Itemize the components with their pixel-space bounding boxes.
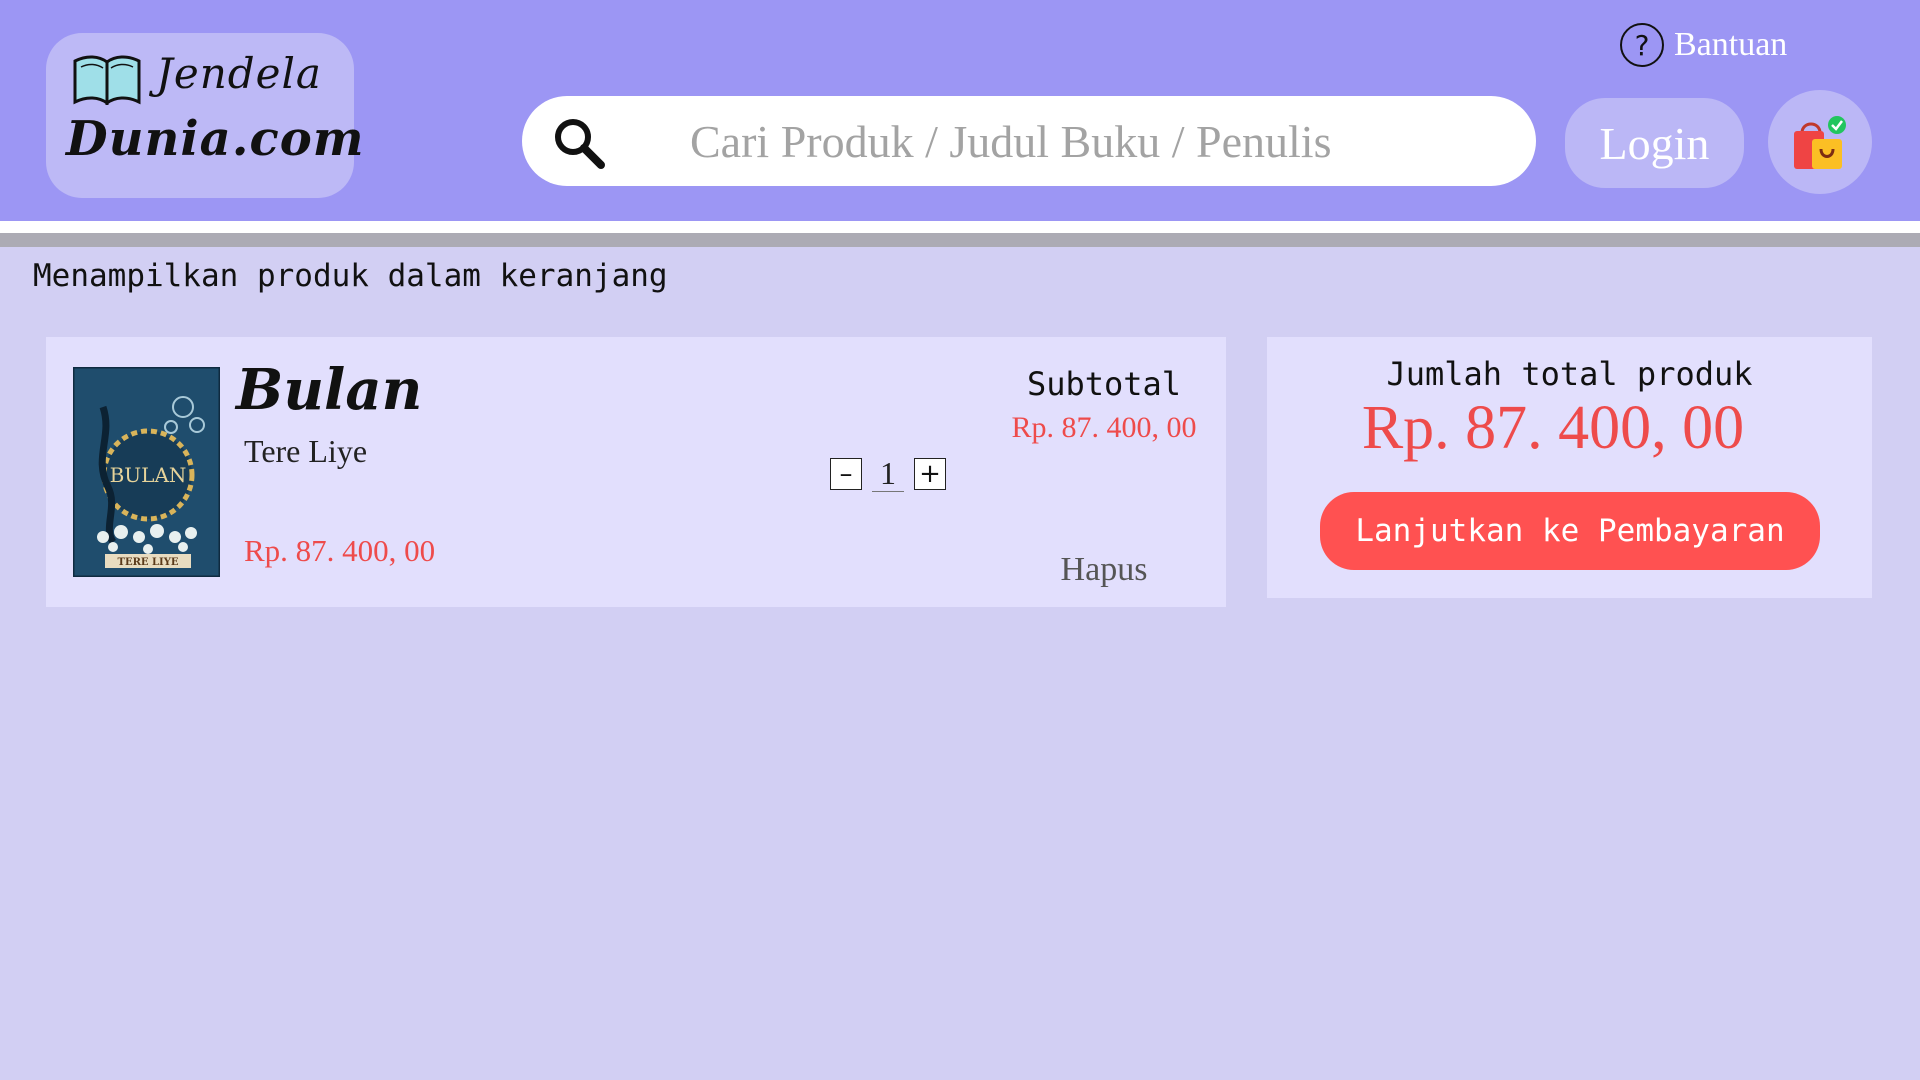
subtotal-label: Subtotal (1026, 365, 1182, 403)
quantity-increase-button[interactable]: + (914, 457, 946, 490)
search-input[interactable] (690, 96, 1510, 186)
checkout-button[interactable]: Lanjutkan ke Pembayaran (1320, 492, 1820, 570)
product-title[interactable]: Bulan (236, 357, 422, 423)
logo-text-jendela: Jendela (156, 49, 322, 98)
remove-item-button[interactable]: Hapus (1004, 551, 1204, 589)
search-bar[interactable] (522, 96, 1536, 186)
subtotal-value: Rp. 87. 400, 00 (1011, 411, 1197, 444)
quantity-stepper: – 1 + (830, 455, 946, 492)
summary-label: Jumlah total produk (1386, 355, 1753, 393)
header: Jendela Dunia.com ? Bantuan Login (0, 0, 1920, 221)
search-icon[interactable] (552, 116, 608, 172)
cover-title: BULAN (110, 463, 187, 487)
page-note: Menampilkan produk dalam keranjang (33, 258, 668, 294)
logo[interactable]: Jendela Dunia.com (46, 33, 364, 198)
header-divider-shadow (0, 233, 1920, 247)
login-button[interactable]: Login (1565, 98, 1744, 188)
header-divider (0, 221, 1920, 233)
cart-button[interactable] (1768, 90, 1872, 194)
order-summary-card: Jumlah total produk Rp. 87. 400, 00 Lanj… (1267, 337, 1872, 598)
help-label: Bantuan (1674, 26, 1788, 63)
summary-total: Rp. 87. 400, 00 (1361, 394, 1745, 462)
product-author: Tere Liye (244, 433, 368, 469)
logo-text-dunia: Dunia.com (66, 111, 365, 167)
shopping-bag-icon (1794, 116, 1846, 169)
quantity-value[interactable]: 1 (872, 455, 904, 492)
quantity-decrease-button[interactable]: – (830, 457, 862, 490)
help-link[interactable]: ? Bantuan (1620, 22, 1787, 68)
cart-item-card: BULAN TERE LIYE Bulan Tere Liye Rp. 87. … (46, 337, 1226, 607)
cover-author: TERE LIYE (118, 557, 179, 568)
book-cover-image[interactable]: BULAN TERE LIYE (73, 367, 220, 577)
help-icon: ? (1620, 23, 1664, 67)
product-price: Rp. 87. 400, 00 (244, 533, 436, 568)
book-icon (73, 55, 141, 105)
